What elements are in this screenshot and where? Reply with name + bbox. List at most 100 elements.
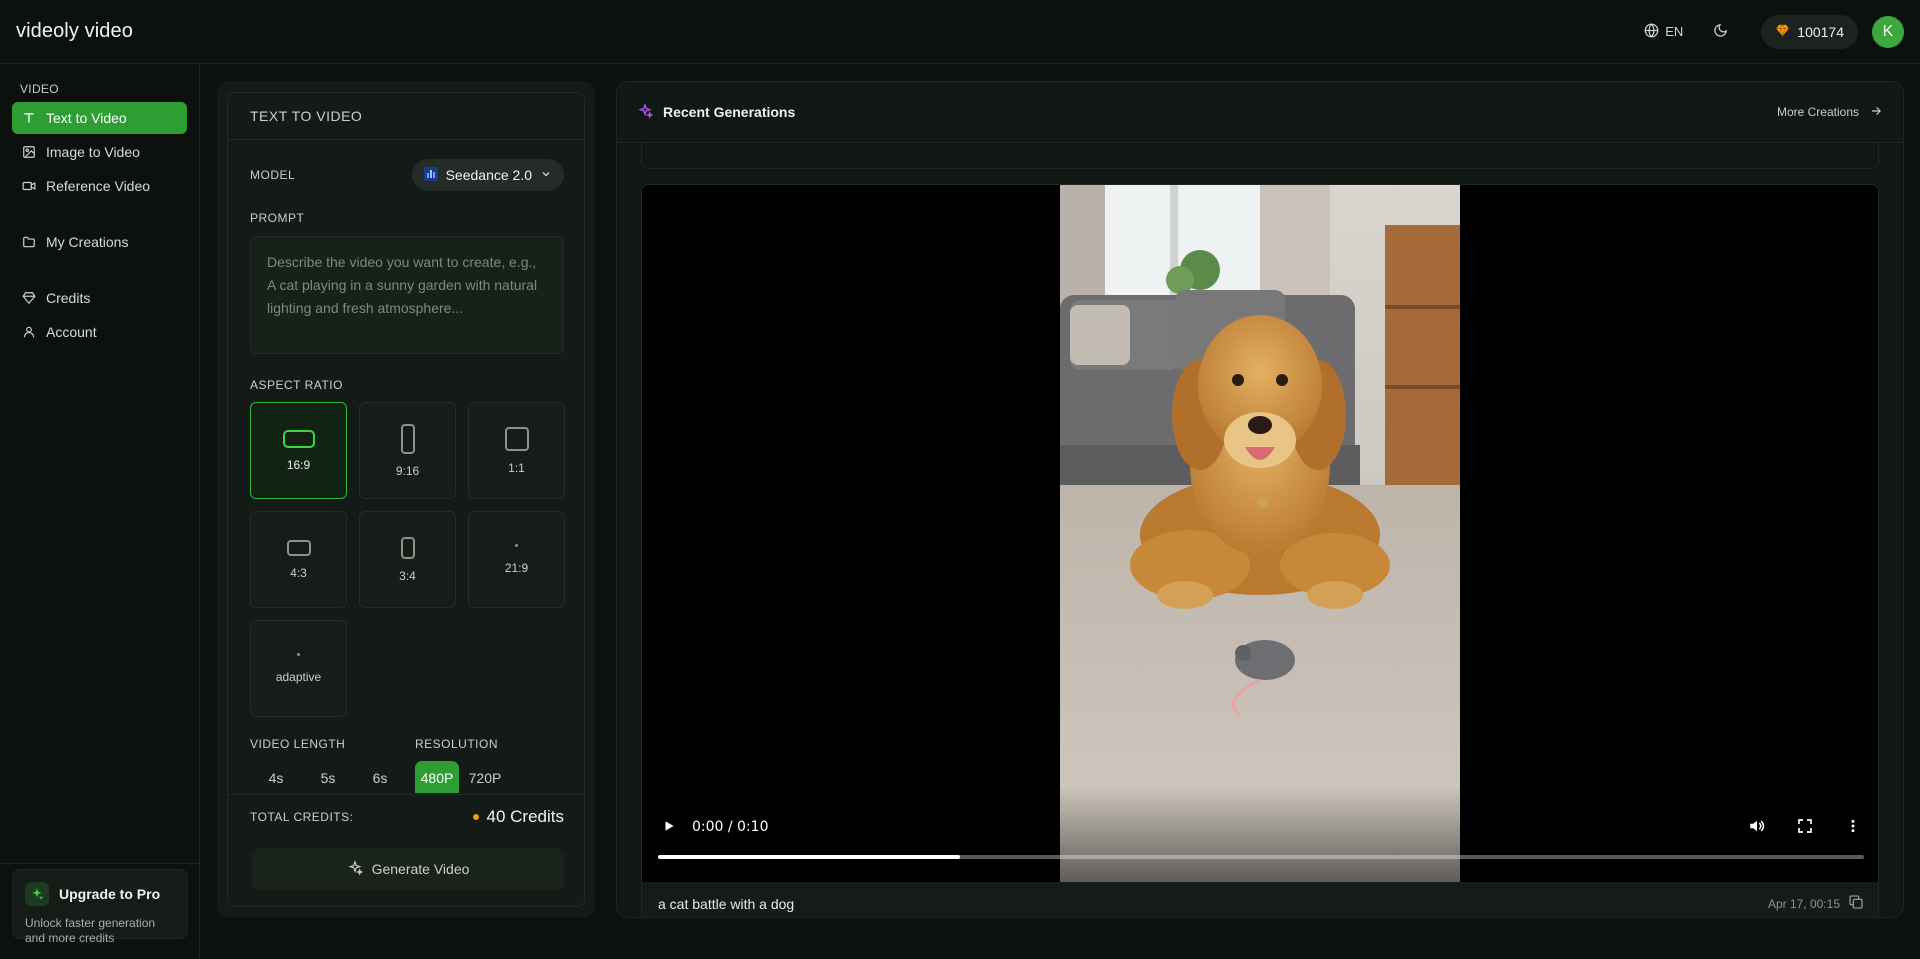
aspect-ratio-16-9-icon — [282, 429, 315, 448]
sidebar-item-label: Reference Video — [46, 178, 151, 194]
more-options-button[interactable] — [1842, 816, 1864, 838]
top-bar-actions: EN 100174 K — [1634, 14, 1904, 49]
moon-icon — [1713, 23, 1728, 41]
top-bar: videoly video EN 100174 K — [0, 0, 1920, 64]
video-length-label: VIDEO LENGTH — [250, 737, 346, 751]
theme-toggle-button[interactable] — [1703, 15, 1737, 49]
video-progress-bar[interactable] — [658, 855, 1864, 859]
model-logo-icon — [423, 166, 438, 184]
sidebar-item-label: Credits — [46, 290, 91, 306]
video-length-options: 4s 5s 6s — [250, 761, 406, 793]
model-label: MODEL — [250, 168, 296, 182]
aspect-ratio-1-1[interactable]: 1:1 — [468, 402, 565, 499]
sparkles-icon — [25, 882, 49, 906]
more-creations-link[interactable]: More Creations — [1777, 104, 1883, 121]
globe-icon — [1644, 22, 1659, 41]
credit-balance-value: 100174 — [1797, 23, 1844, 40]
gem-icon — [22, 291, 36, 305]
length-option-6s[interactable]: 6s — [354, 761, 406, 793]
play-button[interactable] — [658, 816, 680, 838]
aspect-ratio-label: ASPECT RATIO — [250, 378, 343, 392]
app-logo[interactable]: videoly video — [16, 20, 133, 43]
language-button[interactable]: EN — [1634, 15, 1693, 49]
sidebar: VIDEO Text to Video Image to Video Refer… — [0, 64, 200, 959]
sidebar-item-account[interactable]: Account — [12, 316, 187, 348]
aspect-ratio-adaptive[interactable]: adaptive — [250, 620, 347, 717]
generate-video-label: Generate Video — [371, 861, 470, 877]
aspect-ratio-1-1-icon — [504, 426, 529, 451]
video-controls: 0:00 / 0:10 — [642, 785, 1878, 882]
model-select[interactable]: Seedance 2.0 — [411, 159, 564, 191]
sidebar-item-credits[interactable]: Credits — [12, 282, 187, 314]
model-row: MODEL Seedance 2.0 — [250, 159, 564, 191]
video-player[interactable]: 0:00 / 0:10 — [642, 185, 1878, 882]
user-icon — [22, 325, 36, 339]
length-option-5s[interactable]: 5s — [302, 761, 354, 793]
aspect-ratio-16-9[interactable]: 16:9 — [250, 402, 347, 499]
model-select-value: Seedance 2.0 — [445, 167, 532, 183]
fullscreen-button[interactable] — [1794, 816, 1816, 838]
sidebar-item-text-to-video[interactable]: Text to Video — [12, 102, 187, 134]
gem-icon — [1775, 23, 1790, 41]
prompt-label: PROMPT — [250, 211, 305, 225]
aspect-ratio-label-text: 1:1 — [508, 460, 525, 475]
length-option-4s[interactable]: 4s — [250, 761, 302, 793]
sidebar-item-reference-video[interactable]: Reference Video — [12, 170, 187, 202]
sidebar-item-label: Image to Video — [46, 144, 140, 160]
resolution-option-720p[interactable]: 720P — [463, 761, 507, 793]
video-camera-icon — [22, 179, 36, 193]
aspect-ratio-3-4-icon — [400, 536, 415, 559]
more-creations-label: More Creations — [1776, 105, 1859, 119]
image-icon — [22, 145, 36, 159]
aspect-ratio-9-16[interactable]: 9:16 — [359, 402, 456, 499]
recent-generations-title: Recent Generations — [637, 102, 795, 122]
video-progress-fill — [658, 855, 960, 859]
resolution-label: RESOLUTION — [415, 737, 499, 751]
sparkles-icon — [347, 859, 364, 879]
previous-generation-card — [641, 143, 1879, 169]
upgrade-card[interactable]: Upgrade to Pro Unlock faster generation … — [12, 869, 188, 945]
video-controls-right — [1746, 816, 1864, 838]
total-credits-label: TOTAL CREDITS: — [250, 810, 354, 824]
sidebar-item-label: Account — [46, 324, 97, 340]
generation-card: 0:00 / 0:10 a cat battle with a dog Apr … — [641, 184, 1879, 917]
resolution-options: 480P 720P — [415, 761, 507, 793]
volume-icon — [1748, 817, 1766, 838]
text-t-icon — [22, 111, 36, 125]
play-icon — [662, 819, 676, 836]
copy-icon[interactable] — [1848, 894, 1864, 913]
aspect-ratio-3-4[interactable]: 3:4 — [359, 511, 456, 608]
prompt-input[interactable]: Describe the video you want to create, e… — [250, 236, 564, 354]
sidebar-divider — [0, 863, 199, 864]
form-footer: TOTAL CREDITS: 40 Credits Generate Video — [228, 794, 584, 906]
aspect-ratio-label-text: 4:3 — [290, 565, 307, 580]
text-to-video-form: TEXT TO VIDEO MODEL Seedance 2.0 PROMPT … — [227, 92, 585, 907]
generate-video-button[interactable]: Generate Video — [252, 848, 564, 890]
credit-dot-icon — [472, 814, 479, 820]
credit-balance[interactable]: 100174 — [1761, 14, 1858, 49]
aspect-ratio-21-9[interactable]: 21:9 — [468, 511, 565, 608]
sidebar-item-my-creations[interactable]: My Creations — [12, 226, 187, 258]
generation-caption-row: a cat battle with a dog Apr 17, 00:15 — [642, 882, 1878, 917]
video-controls-row: 0:00 / 0:10 — [658, 815, 1864, 839]
sidebar-item-label: Text to Video — [46, 110, 127, 126]
resolution-option-480p[interactable]: 480P — [415, 761, 459, 793]
aspect-ratio-adaptive-icon — [297, 653, 300, 656]
upgrade-title: Upgrade to Pro — [59, 886, 161, 902]
video-thumbnail-image — [1060, 185, 1460, 882]
user-avatar[interactable]: K — [1872, 15, 1904, 48]
upgrade-subtitle: Unlock faster generation and more credit… — [25, 916, 156, 945]
aspect-ratio-9-16-icon — [400, 423, 415, 454]
generation-prompt: a cat battle with a dog — [658, 895, 795, 912]
aspect-ratio-4-3[interactable]: 4:3 — [250, 511, 347, 608]
aspect-ratio-label-text: 21:9 — [504, 561, 529, 575]
volume-button[interactable] — [1746, 816, 1768, 838]
aspect-ratio-21-9-icon — [515, 544, 518, 547]
total-credits-row: TOTAL CREDITS: 40 Credits — [250, 807, 564, 827]
more-vertical-icon — [1845, 818, 1861, 837]
sidebar-item-image-to-video[interactable]: Image to Video — [12, 136, 187, 168]
aspect-ratio-label-text: 3:4 — [399, 568, 416, 583]
aspect-ratio-label-text: 16:9 — [286, 457, 311, 472]
fullscreen-icon — [1797, 818, 1813, 837]
sparkles-icon — [637, 102, 654, 122]
